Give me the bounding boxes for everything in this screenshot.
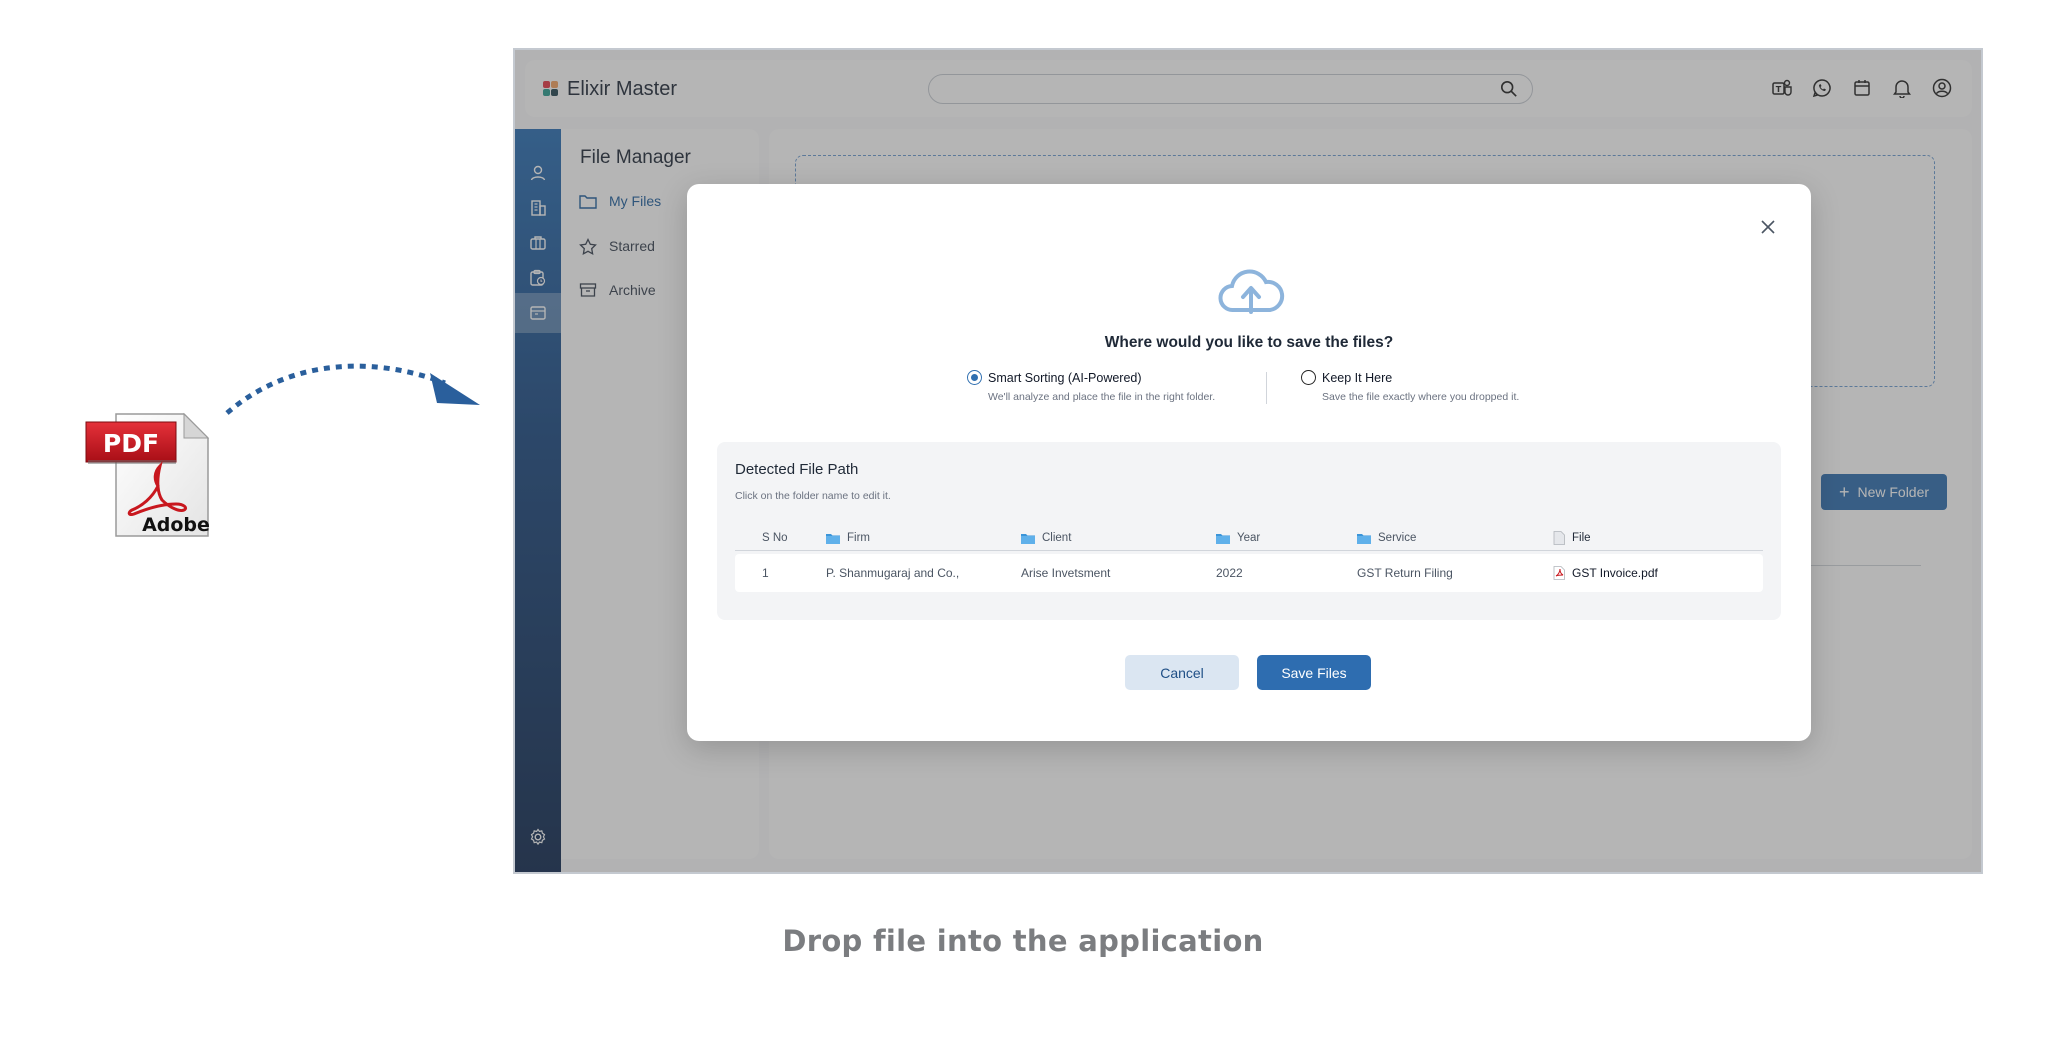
option-description: Save the file exactly where you dropped … bbox=[1322, 391, 1520, 403]
file-name: GST Invoice.pdf bbox=[1572, 566, 1658, 580]
options-divider bbox=[1266, 372, 1267, 404]
save-files-modal: Where would you like to save the files? … bbox=[687, 184, 1811, 741]
pdf-badge-label: PDF bbox=[103, 429, 159, 458]
cell-sno: 1 bbox=[762, 566, 769, 580]
document-icon bbox=[1553, 531, 1565, 545]
modal-question: Where would you like to save the files? bbox=[1104, 334, 1394, 351]
path-card-title: Detected File Path bbox=[735, 461, 859, 478]
radio-unselected-icon[interactable] bbox=[1301, 370, 1316, 385]
folder-icon bbox=[826, 533, 840, 544]
folder-icon bbox=[1357, 533, 1371, 544]
option-description: We'll analyze and place the file in the … bbox=[988, 391, 1216, 403]
column-header-service: Service bbox=[1357, 526, 1416, 550]
column-header-client: Client bbox=[1021, 526, 1071, 550]
cell-client[interactable]: Arise Invetsment bbox=[1021, 554, 1110, 592]
column-header-firm: Firm bbox=[826, 526, 870, 550]
table-header: S No Firm Client Year Service File bbox=[735, 526, 1763, 551]
option-smart-sorting[interactable]: Smart Sorting (AI-Powered) We'll analyze… bbox=[967, 370, 1215, 403]
detected-file-path-card: Detected File Path Click on the folder n… bbox=[717, 442, 1781, 620]
path-card-subtitle: Click on the folder name to edit it. bbox=[735, 490, 891, 502]
folder-icon bbox=[1216, 533, 1230, 544]
table-row: 1 P. Shanmugaraj and Co., Arise Invetsme… bbox=[735, 554, 1763, 592]
option-label: Smart Sorting (AI-Powered) bbox=[988, 370, 1142, 385]
cell-service[interactable]: GST Return Filing bbox=[1357, 554, 1453, 592]
column-header-file: File bbox=[1553, 526, 1591, 550]
cell-year[interactable]: 2022 bbox=[1216, 554, 1243, 592]
pdf-icon bbox=[1553, 566, 1565, 580]
option-label: Keep It Here bbox=[1322, 370, 1393, 385]
cancel-button[interactable]: Cancel bbox=[1125, 655, 1239, 690]
cell-file[interactable]: GST Invoice.pdf bbox=[1553, 554, 1658, 592]
close-icon[interactable] bbox=[1759, 218, 1777, 236]
drag-arrow-icon bbox=[225, 363, 480, 415]
save-files-button[interactable]: Save Files bbox=[1257, 655, 1371, 690]
column-header-sno: S No bbox=[762, 532, 788, 544]
option-keep-it-here[interactable]: Keep It Here Save the file exactly where… bbox=[1301, 370, 1519, 403]
column-header-year: Year bbox=[1216, 526, 1260, 550]
adobe-brand-label: Adobe bbox=[142, 514, 210, 536]
cell-firm[interactable]: P. Shanmugaraj and Co., bbox=[826, 554, 959, 592]
folder-icon bbox=[1021, 533, 1035, 544]
radio-selected-icon[interactable] bbox=[967, 370, 982, 385]
pdf-file-icon[interactable]: PDF Adobe bbox=[84, 410, 212, 540]
cloud-upload-icon bbox=[1218, 269, 1285, 314]
caption: Drop file into the application bbox=[782, 924, 1264, 958]
